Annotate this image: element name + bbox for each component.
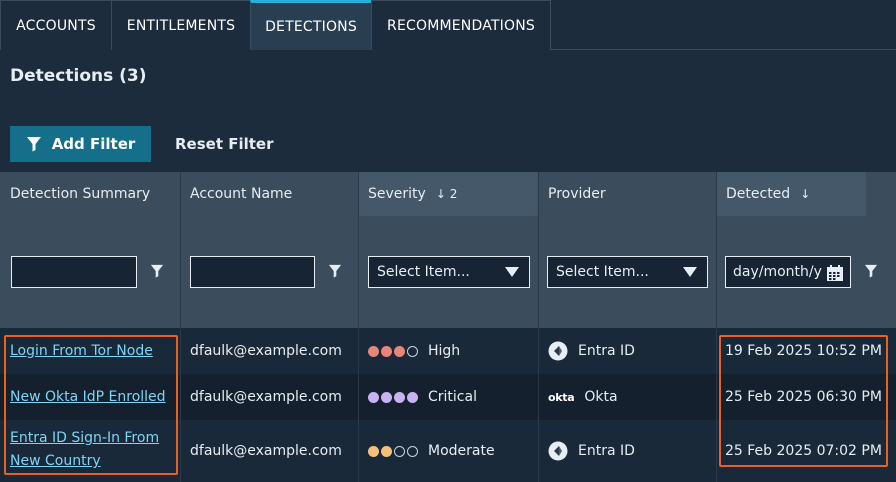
severity-label: Critical [428, 389, 477, 405]
funnel-icon [26, 137, 41, 152]
severity-dot [368, 445, 379, 457]
entra-id-icon [548, 441, 568, 461]
severity-dots [368, 391, 418, 403]
add-filter-button[interactable]: Add Filter [10, 126, 151, 162]
severity-dots [368, 345, 418, 357]
provider-label: Okta [584, 389, 618, 405]
chevron-down-icon [683, 267, 697, 277]
severity-dot [407, 345, 418, 357]
tab-recommendations[interactable]: RECOMMENDATIONS [371, 0, 551, 50]
detected-date-filter[interactable]: day/month/y [725, 256, 851, 288]
severity-dot [381, 391, 392, 403]
severity-dot [394, 391, 405, 403]
column-divider [538, 172, 539, 482]
tab-entitlements[interactable]: ENTITLEMENTS [111, 0, 251, 50]
severity-filter-select[interactable]: Select Item... [368, 256, 530, 288]
column-header-account[interactable]: Account Name [180, 172, 358, 216]
funnel-icon[interactable] [328, 264, 342, 278]
detected-highlight-box [719, 335, 888, 467]
provider-filter-select[interactable]: Select Item... [547, 256, 708, 288]
tab-bar: ACCOUNTS ENTITLEMENTS DETECTIONS RECOMME… [0, 0, 896, 50]
funnel-icon[interactable] [864, 264, 878, 278]
tab-accounts[interactable]: ACCOUNTS [0, 0, 112, 50]
add-filter-label: Add Filter [51, 135, 136, 153]
column-header-label: Provider [548, 186, 606, 202]
column-header-severity[interactable]: Severity ↓ 2 [358, 172, 538, 216]
column-divider [180, 172, 181, 482]
severity-dots [368, 445, 418, 457]
calendar-icon[interactable] [826, 264, 844, 282]
reset-filter-button[interactable]: Reset Filter [175, 126, 274, 162]
column-header-summary[interactable]: Detection Summary [0, 172, 180, 216]
entra-id-icon [548, 341, 568, 361]
severity-dot [394, 445, 405, 457]
summary-highlight-box [4, 335, 178, 475]
column-header-label: Severity [368, 186, 426, 202]
severity-label: High [428, 343, 461, 359]
select-placeholder: Select Item... [377, 264, 470, 280]
account-cell: dfaulk@example.com [190, 343, 342, 359]
provider-label: Entra ID [578, 443, 635, 459]
funnel-icon[interactable] [150, 264, 164, 278]
account-cell: dfaulk@example.com [190, 389, 342, 405]
severity-cell: High [368, 328, 460, 374]
severity-cell: Critical [368, 374, 477, 420]
provider-cell: Entra ID [548, 420, 635, 482]
severity-dot [368, 391, 379, 403]
column-divider [716, 172, 717, 482]
sort-indicator: ↓ [800, 187, 811, 201]
chevron-down-icon [505, 267, 519, 277]
column-header-provider[interactable]: Provider [538, 172, 716, 216]
severity-label: Moderate [428, 443, 495, 459]
tab-detections[interactable]: DETECTIONS [250, 0, 372, 50]
severity-dot [381, 345, 392, 357]
severity-dot [368, 345, 379, 357]
provider-cell: okta Okta [548, 374, 618, 420]
severity-cell: Moderate [368, 420, 495, 482]
severity-dot [407, 445, 418, 457]
severity-dot [394, 345, 405, 357]
okta-logo: okta [548, 390, 575, 404]
account-filter-input[interactable] [190, 256, 315, 288]
column-divider [358, 172, 359, 482]
page-title: Detections (3) [10, 66, 147, 86]
column-header-label: Detection Summary [10, 186, 151, 202]
provider-label: Entra ID [578, 343, 635, 359]
column-header-detected[interactable]: Detected ↓ [716, 172, 866, 216]
severity-dot [407, 391, 418, 403]
account-cell: dfaulk@example.com [190, 443, 342, 459]
sort-indicator: ↓ 2 [435, 187, 458, 201]
column-header-label: Account Name [190, 186, 293, 202]
select-placeholder: Select Item... [556, 264, 649, 280]
summary-filter-input[interactable] [11, 256, 137, 288]
severity-dot [381, 445, 392, 457]
provider-cell: Entra ID [548, 328, 635, 374]
column-header-label: Detected [726, 186, 791, 202]
date-placeholder: day/month/y [733, 264, 822, 280]
